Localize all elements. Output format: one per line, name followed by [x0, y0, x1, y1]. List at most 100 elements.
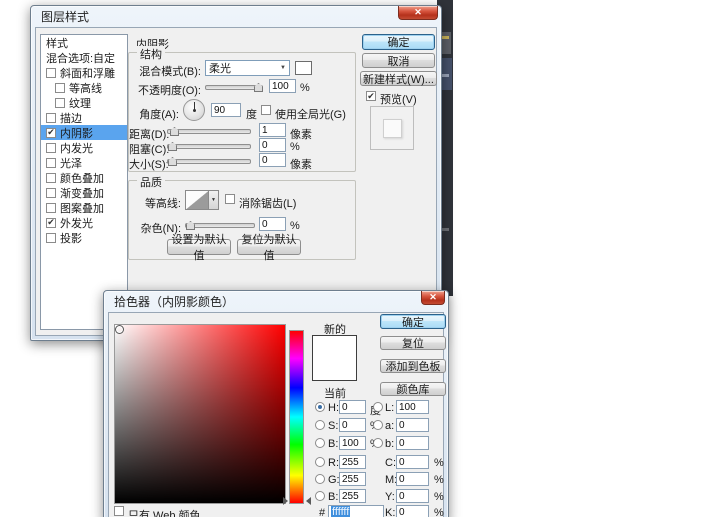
sidebar-item-styles[interactable]: 样式: [41, 35, 127, 50]
close-icon[interactable]: ✕: [398, 6, 438, 20]
hue-marker-left-icon[interactable]: [283, 497, 288, 505]
checkbox-checked[interactable]: ✔: [46, 218, 56, 228]
g-radio[interactable]: [315, 474, 325, 484]
size-slider-thumb[interactable]: [168, 157, 177, 166]
checkbox[interactable]: [46, 113, 56, 123]
distance-slider[interactable]: [167, 129, 251, 134]
r-radio[interactable]: [315, 457, 325, 467]
sidebar-item-outer-glow[interactable]: ✔外发光: [41, 215, 127, 230]
sidebar-item-gradient-overlay[interactable]: 渐变叠加: [41, 185, 127, 200]
reset-default-button[interactable]: 复位为默认值: [237, 239, 301, 255]
sidebar-item-texture[interactable]: 纹理: [41, 95, 127, 110]
contour-dropdown-arrow[interactable]: ▼: [209, 190, 219, 210]
layer-style-titlebar[interactable]: 图层样式: [31, 6, 441, 27]
sidebar-item-stroke[interactable]: 描边: [41, 110, 127, 125]
k-input[interactable]: [396, 505, 429, 517]
layer-style-title: 图层样式: [41, 8, 89, 25]
blend-mode-dropdown[interactable]: 柔光 ▼: [205, 60, 290, 76]
picker-reset-button[interactable]: 复位: [380, 336, 446, 350]
opacity-slider-thumb[interactable]: [254, 83, 263, 92]
choke-slider[interactable]: [167, 144, 251, 149]
color-libraries-button[interactable]: 颜色库: [380, 382, 446, 396]
checkbox[interactable]: [46, 188, 56, 198]
checkbox[interactable]: [55, 83, 65, 93]
preview-checkbox[interactable]: ✔: [366, 91, 376, 101]
choke-input[interactable]: [259, 138, 286, 152]
choke-slider-thumb[interactable]: [168, 142, 177, 151]
y-input[interactable]: [396, 489, 429, 503]
sidebar-item-inner-glow[interactable]: 内发光: [41, 140, 127, 155]
angle-input[interactable]: [211, 103, 241, 117]
anti-alias-checkbox[interactable]: [225, 194, 235, 204]
s-input[interactable]: [339, 418, 366, 432]
checkbox[interactable]: [46, 143, 56, 153]
sidebar-item-pattern-overlay[interactable]: 图案叠加: [41, 200, 127, 215]
color-field-marker[interactable]: [115, 325, 124, 334]
color-picker-titlebar[interactable]: 拾色器（内阴影颜色）: [104, 291, 448, 312]
checkbox[interactable]: [46, 233, 56, 243]
checkbox[interactable]: [46, 203, 56, 213]
checkbox[interactable]: [55, 98, 65, 108]
g-input[interactable]: [339, 472, 366, 486]
checkbox-checked[interactable]: ✔: [46, 128, 56, 138]
hex-input[interactable]: ffffff: [328, 505, 384, 517]
noise-input[interactable]: [259, 217, 286, 231]
h-input[interactable]: [339, 400, 366, 414]
h-radio[interactable]: [315, 402, 325, 412]
sidebar-item-contour[interactable]: 等高线: [41, 80, 127, 95]
hue-slider[interactable]: [289, 330, 304, 504]
color-field[interactable]: [114, 324, 286, 504]
c-input[interactable]: [396, 455, 429, 469]
opacity-input[interactable]: [269, 79, 296, 93]
add-to-swatches-button[interactable]: 添加到色板: [380, 359, 446, 373]
m-input[interactable]: [396, 472, 429, 486]
distance-slider-thumb[interactable]: [170, 127, 179, 136]
b2-input[interactable]: [339, 489, 366, 503]
chevron-down-icon: ▼: [280, 65, 286, 71]
size-slider[interactable]: [167, 159, 251, 164]
sidebar-item-inner-shadow[interactable]: ✔内阴影: [41, 125, 127, 140]
hue-marker-right-icon[interactable]: [306, 497, 311, 505]
opacity-slider[interactable]: [205, 85, 263, 90]
l-radio[interactable]: [373, 402, 383, 412]
a-radio[interactable]: [373, 420, 383, 430]
r-input[interactable]: [339, 455, 366, 469]
close-icon[interactable]: ✕: [421, 291, 445, 305]
use-global-light-checkbox[interactable]: [261, 105, 271, 115]
size-input[interactable]: [259, 153, 286, 167]
checkbox[interactable]: [46, 173, 56, 183]
l-input[interactable]: [396, 400, 429, 414]
new-current-color-swatch: [312, 335, 357, 381]
sidebar-item-blending-options[interactable]: 混合选项:自定: [41, 50, 127, 65]
shadow-color-swatch[interactable]: [295, 61, 312, 75]
c-unit: %: [434, 457, 444, 469]
a-input[interactable]: [396, 418, 429, 432]
sidebar-item-bevel-emboss[interactable]: 斜面和浮雕: [41, 65, 127, 80]
checkbox[interactable]: [46, 158, 56, 168]
angle-dial[interactable]: [183, 99, 205, 121]
b-input[interactable]: [339, 436, 366, 450]
sidebar-item-satin[interactable]: 光泽: [41, 155, 127, 170]
checkbox[interactable]: [46, 68, 56, 78]
structure-group: 结构 混合模式(B): 柔光 ▼ 不透明度(O): % 角度(A):: [128, 52, 356, 172]
b2-radio[interactable]: [315, 491, 325, 501]
new-style-button[interactable]: 新建样式(W)...: [360, 71, 437, 86]
sidebar-item-drop-shadow[interactable]: 投影: [41, 230, 127, 245]
ok-button[interactable]: 确定: [362, 34, 435, 50]
picker-ok-button[interactable]: 确定: [380, 314, 446, 329]
lab-b-radio[interactable]: [373, 438, 383, 448]
web-colors-only-checkbox[interactable]: [114, 506, 124, 516]
noise-slider-thumb[interactable]: [186, 221, 195, 230]
set-default-button[interactable]: 设置为默认值: [167, 239, 231, 255]
distance-input[interactable]: [259, 123, 286, 137]
angle-label: 角度(A):: [129, 106, 179, 122]
contour-thumbnail[interactable]: [185, 190, 209, 210]
current-color-label: 当前: [324, 385, 346, 401]
cancel-button[interactable]: 取消: [362, 53, 435, 68]
noise-slider[interactable]: [185, 223, 255, 228]
web-colors-only-label: 只有 Web 颜色: [128, 507, 201, 517]
b-radio[interactable]: [315, 438, 325, 448]
lab-b-input[interactable]: [396, 436, 429, 450]
sidebar-item-color-overlay[interactable]: 颜色叠加: [41, 170, 127, 185]
s-radio[interactable]: [315, 420, 325, 430]
